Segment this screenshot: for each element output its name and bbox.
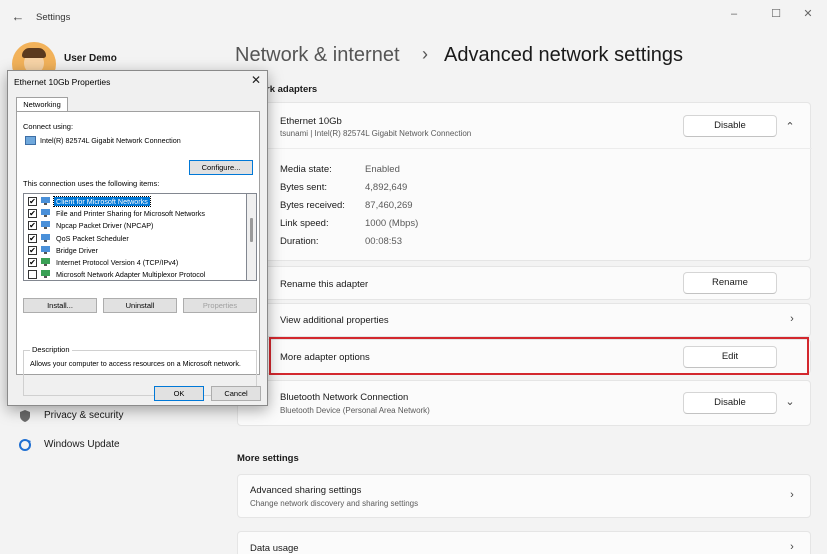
network-component-icon [40, 245, 51, 255]
item-label: Npcap Packet Driver (NPCAP) [56, 221, 154, 231]
list-item[interactable]: ✔ Client for Microsoft Networks [26, 196, 246, 208]
close-window-icon[interactable]: ✕ [798, 6, 818, 22]
connect-using-label: Connect using: [23, 122, 74, 131]
section-network-adapters: rk adapters [266, 84, 318, 95]
list-item[interactable]: ✔ Bridge Driver [26, 245, 246, 257]
network-component-icon [40, 258, 51, 267]
advanced-sharing-subtitle: Change network discovery and sharing set… [250, 499, 419, 508]
item-label: Internet Protocol Version 4 (TCP/IPv4) [56, 258, 179, 267]
back-arrow-icon[interactable]: ← [10, 9, 26, 25]
chevron-right-icon: › [790, 313, 794, 325]
cancel-button[interactable]: Cancel [211, 386, 261, 401]
shield-icon [18, 409, 32, 423]
ethernet-disable-button[interactable]: Disable [683, 115, 777, 137]
configure-button[interactable]: Configure... [189, 160, 253, 175]
minimize-icon[interactable]: – [724, 6, 744, 22]
property-value: 00:08:53 [365, 236, 402, 247]
item-label: Microsoft Network Adapter Multiplexor Pr… [56, 270, 206, 280]
ethernet-subtitle: tsunami | Intel(R) 82574L Gigabit Networ… [280, 129, 472, 138]
network-component-icon [40, 209, 51, 218]
dialog-close-icon[interactable]: ✕ [251, 73, 261, 87]
highlight-box [269, 337, 809, 375]
properties-button[interactable]: Properties [183, 298, 257, 313]
breadcrumb-separator: › [422, 44, 428, 64]
checkbox[interactable]: ✔ [28, 209, 37, 219]
item-label: Client for Microsoft Networks [53, 196, 151, 207]
rename-adapter-label: Rename this adapter [280, 279, 369, 290]
list-item[interactable]: ✔ QoS Packet Scheduler [26, 233, 246, 245]
property-value: 1000 (Mbps) [365, 218, 419, 229]
item-label: QoS Packet Scheduler [56, 233, 129, 243]
page-title: Advanced network settings [444, 44, 684, 66]
nav-privacy-label: Privacy & security [44, 410, 124, 421]
install-button[interactable]: Install... [23, 298, 97, 313]
bluetooth-name: Bluetooth Network Connection [280, 392, 409, 403]
property-value: Enabled [365, 164, 400, 175]
property-key: Bytes received: [280, 200, 345, 211]
networking-panel: Connect using: Intel(R) 82574L Gigabit N… [16, 111, 260, 396]
description-legend: Description [30, 345, 72, 354]
data-usage-row[interactable]: Data usage › [237, 531, 811, 554]
chevron-up-icon[interactable]: ⌃ [784, 120, 796, 133]
property-key: Duration: [280, 236, 319, 247]
checkbox[interactable]: ✔ [28, 258, 37, 267]
bluetooth-subtitle: Bluetooth Device (Personal Area Network) [280, 406, 430, 415]
breadcrumb-parent[interactable]: Network & internet [235, 44, 400, 67]
property-key: Link speed: [280, 218, 329, 229]
items-list[interactable]: ✔ Client for Microsoft Networks ✔ File and … [23, 193, 247, 281]
ethernet-properties-dialog: Ethernet 10Gb Properties ✕ Networking Co… [7, 70, 268, 406]
app-title: Settings [36, 12, 71, 23]
property-key: Bytes sent: [280, 182, 327, 193]
property-value: 4,892,649 [365, 182, 408, 193]
checkbox[interactable] [28, 270, 37, 280]
bluetooth-disable-button[interactable]: Disable [683, 392, 777, 414]
items-label: This connection uses the following items… [23, 179, 160, 188]
network-adapter-icon [25, 136, 36, 145]
view-additional-properties-label: View additional properties [280, 315, 389, 326]
dialog-title: Ethernet 10Gb Properties [14, 77, 111, 87]
rename-adapter-row: Rename this adapter Rename [237, 266, 811, 300]
adapter-field: Intel(R) 82574L Gigabit Network Connecti… [23, 134, 257, 148]
network-component-icon [40, 270, 51, 279]
maximize-icon[interactable]: ☐ [766, 6, 786, 22]
advanced-sharing-label: Advanced sharing settings [250, 485, 362, 496]
windows-update-icon [18, 438, 32, 452]
list-item[interactable]: ✔ File and Printer Sharing for Microsoft … [26, 208, 246, 220]
list-item[interactable]: Microsoft Network Adapter Multiplexor Pr… [26, 269, 246, 280]
description-text: Allows your computer to access resources… [30, 359, 241, 368]
network-component-icon [40, 233, 51, 243]
chevron-right-icon: › [790, 489, 794, 501]
network-component-icon [40, 221, 51, 230]
property-key: Media state: [280, 164, 332, 175]
list-item[interactable]: ✔ Npcap Packet Driver (NPCAP) [26, 220, 246, 232]
user-name: User Demo [64, 53, 117, 64]
section-more-settings: More settings [237, 453, 299, 464]
rename-button[interactable]: Rename [683, 272, 777, 294]
chevron-right-icon: › [790, 541, 794, 553]
list-item[interactable]: ✔ Internet Protocol Version 4 (TCP/IPv4) [26, 257, 246, 269]
view-additional-properties-row[interactable]: View additional properties › [237, 303, 811, 337]
tab-networking[interactable]: Networking [16, 97, 68, 112]
ethernet-name: Ethernet 10Gb [280, 116, 342, 127]
title-bar: ← Settings – ☐ ✕ [0, 0, 827, 36]
checkbox[interactable]: ✔ [28, 197, 37, 206]
ok-button[interactable]: OK [154, 386, 204, 401]
checkbox[interactable]: ✔ [28, 221, 37, 231]
items-scrollbar[interactable] [247, 193, 257, 281]
nav-windows-update-label: Windows Update [44, 439, 120, 450]
chevron-down-icon[interactable]: ⌄ [784, 395, 796, 408]
network-component-icon [40, 197, 51, 206]
bluetooth-adapter-card: Bluetooth Network Connection Bluetooth D… [237, 380, 811, 426]
ethernet-adapter-card: Ethernet 10Gb tsunami | Intel(R) 82574L … [237, 102, 812, 261]
adapter-name: Intel(R) 82574L Gigabit Network Connecti… [40, 136, 181, 145]
advanced-sharing-row[interactable]: Advanced sharing settings Change network… [237, 474, 811, 518]
checkbox[interactable]: ✔ [28, 245, 37, 255]
uninstall-button[interactable]: Uninstall [103, 298, 177, 313]
property-value: 87,460,269 [365, 200, 413, 211]
item-label: File and Printer Sharing for Microsoft N… [56, 209, 205, 219]
checkbox[interactable]: ✔ [28, 233, 37, 243]
data-usage-label: Data usage [250, 543, 299, 554]
item-label: Bridge Driver [56, 245, 98, 255]
